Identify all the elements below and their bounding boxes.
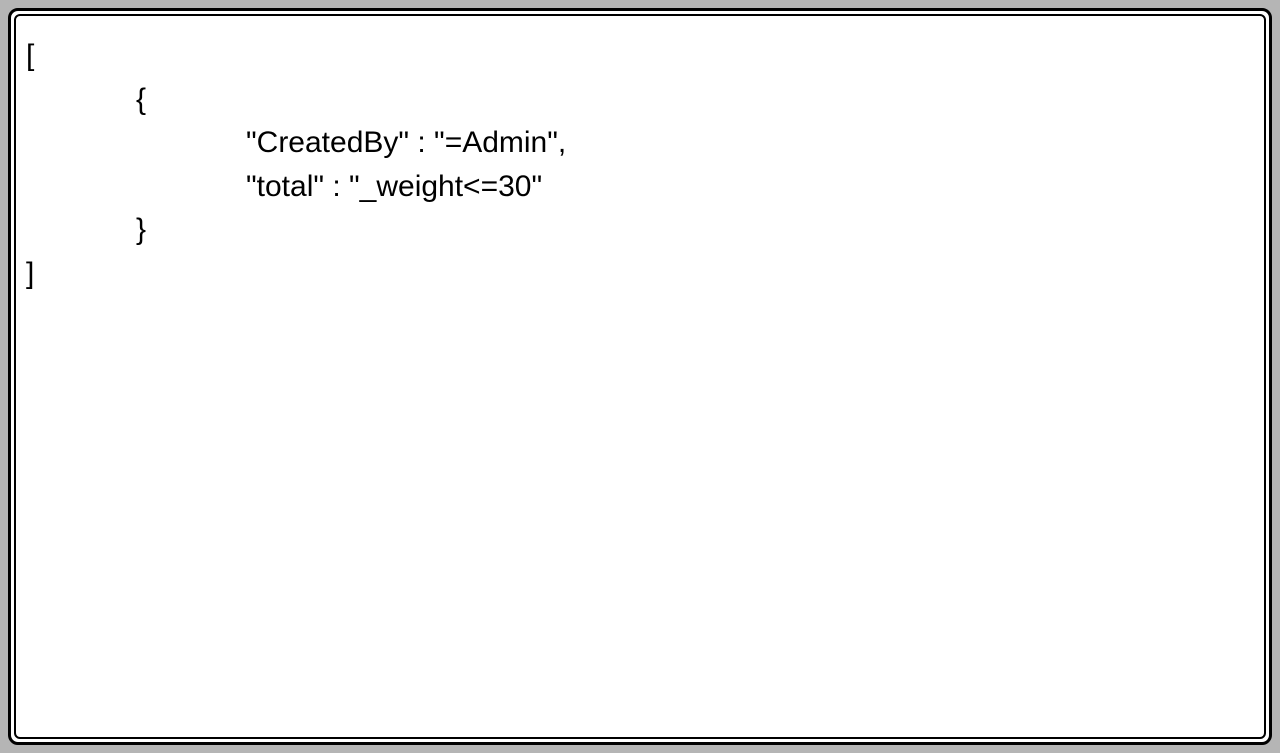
code-line-1: "CreatedBy" : "=Admin",: [26, 121, 566, 165]
bracket-close: ]: [26, 257, 34, 290]
brace-close: }: [26, 208, 146, 252]
code-line-2: "total" : "_weight<=30": [26, 165, 542, 209]
bracket-open: [: [26, 39, 34, 72]
code-box-outer: [ { "CreatedBy" : "=Admin", "total" : "_…: [8, 8, 1272, 745]
code-block: [ { "CreatedBy" : "=Admin", "total" : "_…: [26, 34, 1254, 295]
code-box-inner: [ { "CreatedBy" : "=Admin", "total" : "_…: [14, 14, 1266, 739]
brace-open: {: [26, 78, 146, 122]
